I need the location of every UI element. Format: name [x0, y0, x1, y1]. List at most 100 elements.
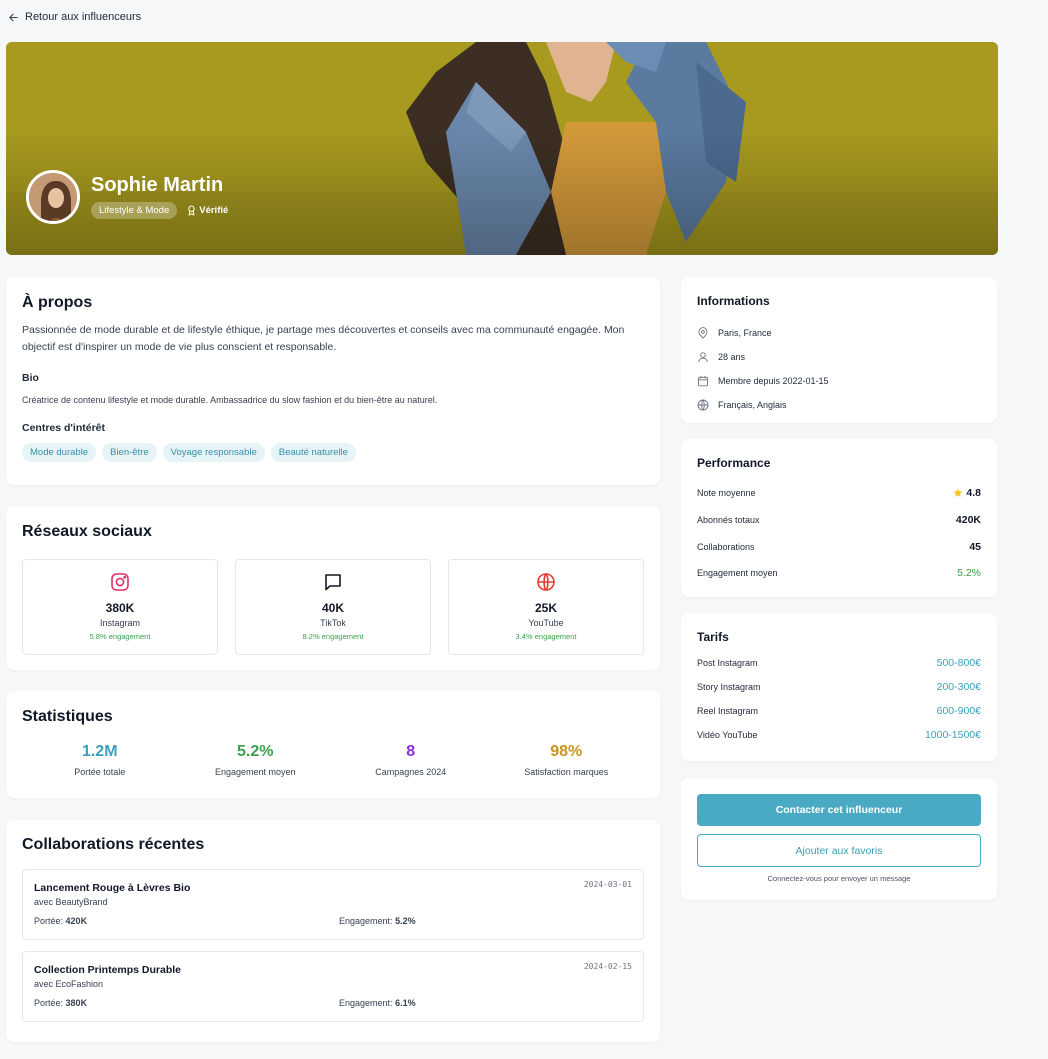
add-favorite-button[interactable]: Ajouter aux favoris — [697, 834, 981, 867]
collab-date: 2024-02-15 — [583, 962, 632, 971]
social-name: Instagram — [99, 618, 141, 628]
collab-item[interactable]: Collection Printemps Durable avec EcoFas… — [22, 951, 644, 1022]
info-text: Membre depuis 2022-01-15 — [718, 376, 829, 386]
perf-label: Abonnés totaux — [697, 515, 760, 526]
price-label: Reel Instagram — [697, 706, 759, 716]
back-link[interactable]: Retour aux influenceurs — [8, 11, 141, 23]
info-location: Paris, France — [697, 321, 981, 345]
profile-name: Sophie Martin — [91, 174, 224, 196]
perf-value: 420K — [955, 514, 981, 527]
actions-card: Contacter cet influenceur Ajouter aux fa… — [681, 778, 997, 900]
stat-label: Portée totale — [74, 767, 126, 777]
social-count: 40K — [321, 601, 344, 615]
login-hint: Connectez-vous pour envoyer un message — [767, 874, 911, 883]
price-row: Vidéo YouTube 1000-1500€ — [697, 723, 981, 747]
collab-title: Collection Printemps Durable — [34, 964, 182, 976]
info-text: Paris, France — [718, 328, 772, 338]
social-engagement: 8.2% engagement — [302, 632, 364, 641]
price-label: Vidéo YouTube — [697, 730, 758, 740]
collab-brand: avec BeautyBrand — [34, 897, 108, 907]
performance-title: Performance — [697, 456, 771, 470]
contact-button[interactable]: Contacter cet influenceur — [697, 794, 981, 826]
social-name: YouTube — [528, 618, 564, 628]
perf-label: Collaborations — [697, 541, 755, 552]
social-count: 380K — [105, 601, 135, 615]
price-value: 200-300€ — [936, 681, 981, 693]
globe-icon — [697, 399, 709, 411]
perf-engagement: Engagement moyen 5.2% — [697, 560, 981, 587]
pricing-title: Tarifs — [697, 630, 729, 644]
price-label: Story Instagram — [697, 682, 761, 692]
reach-label: Portée: — [34, 998, 64, 1008]
social-count: 25K — [534, 601, 557, 615]
interest-chip: Bien-être — [102, 443, 157, 462]
stat-value: 5.2% — [237, 743, 274, 760]
bio-text: Créatrice de contenu lifestyle et mode d… — [22, 395, 438, 405]
user-icon — [698, 352, 708, 363]
social-title: Réseaux sociaux — [22, 523, 152, 540]
engagement-value: 5.2% — [395, 916, 416, 926]
collab-item[interactable]: Lancement Rouge à Lèvres Bio avec Beauty… — [22, 869, 644, 940]
perf-label: Engagement moyen — [697, 568, 778, 579]
verified-label: Vérifié — [199, 205, 229, 216]
interests-title: Centres d'intérêt — [22, 422, 106, 434]
stat-value: 8 — [406, 743, 416, 760]
perf-label: Note moyenne — [697, 488, 756, 499]
info-languages: Français, Anglais — [697, 393, 981, 417]
globe-icon — [537, 573, 555, 591]
award-icon — [188, 205, 195, 216]
info-text: Français, Anglais — [718, 400, 787, 410]
info-card: Informations Paris, France 28 ans Membre… — [681, 277, 997, 423]
interest-chip: Beauté naturelle — [270, 443, 356, 462]
back-link-label: Retour aux influenceurs — [25, 11, 142, 23]
engagement-label: Engagement: — [339, 916, 393, 926]
about-description: Passionnée de mode durable et de lifesty… — [22, 324, 625, 353]
price-row: Post Instagram 500-800€ — [697, 651, 981, 675]
chat-icon — [325, 574, 341, 591]
stat-value: 98% — [550, 743, 583, 760]
social-engagement: 5.8% engagement — [89, 632, 151, 641]
perf-rating: Note moyenne 4.8 — [697, 480, 981, 507]
collab-date: 2024-03-01 — [583, 880, 632, 889]
pricing-card: Tarifs Post Instagram 500-800€ Story Ins… — [681, 613, 997, 761]
stat-label: Campagnes 2024 — [375, 767, 447, 777]
price-label: Post Instagram — [697, 658, 758, 668]
star-icon — [953, 488, 963, 498]
category-badge: Lifestyle & Mode — [91, 202, 178, 219]
stats-card: Statistiques 1.2M Portée totale 5.2% Eng… — [6, 691, 660, 798]
location-pin-icon — [698, 327, 708, 339]
stat-campaigns: 8 Campagnes 2024 — [333, 743, 489, 777]
social-tiktok[interactable]: 40K TikTok 8.2% engagement — [235, 559, 431, 655]
interest-chip: Mode durable — [22, 443, 97, 462]
stat-satisfaction: 98% Satisfaction marques — [489, 743, 645, 777]
perf-value: 5.2% — [957, 567, 981, 580]
stat-reach: 1.2M Portée totale — [22, 743, 178, 777]
about-title: À propos — [22, 294, 93, 311]
price-value: 1000-1500€ — [924, 729, 981, 741]
collab-brand: avec EcoFashion — [34, 979, 104, 989]
avatar — [26, 170, 80, 224]
social-instagram[interactable]: 380K Instagram 5.8% engagement — [22, 559, 218, 655]
interests-list: Mode durable Bien-être Voyage responsabl… — [22, 443, 644, 462]
price-row: Story Instagram 200-300€ — [697, 675, 981, 699]
info-title: Informations — [697, 294, 770, 308]
collabs-card: Collaborations récentes Lancement Rouge … — [6, 820, 660, 1042]
interest-chip: Voyage responsable — [162, 443, 265, 462]
info-member-since: Membre depuis 2022-01-15 — [697, 369, 981, 393]
collabs-title: Collaborations récentes — [22, 836, 205, 853]
social-youtube[interactable]: 25K YouTube 3.4% engagement — [448, 559, 644, 655]
stats-title: Statistiques — [22, 708, 113, 725]
social-name: TikTok — [320, 618, 346, 628]
price-value: 600-900€ — [936, 705, 981, 717]
engagement-label: Engagement: — [339, 998, 393, 1008]
perf-followers: Abonnés totaux 420K — [697, 507, 981, 534]
perf-value: 4.8 — [966, 487, 981, 500]
collab-title: Lancement Rouge à Lèvres Bio — [34, 882, 191, 894]
stat-label: Satisfaction marques — [524, 767, 609, 777]
perf-value: 45 — [969, 540, 981, 553]
reach-label: Portée: — [34, 916, 64, 926]
info-age: 28 ans — [697, 345, 981, 369]
about-card: À propos Passionnée de mode durable et d… — [6, 277, 660, 485]
arrow-left-icon — [9, 13, 18, 21]
engagement-value: 6.1% — [395, 998, 416, 1008]
